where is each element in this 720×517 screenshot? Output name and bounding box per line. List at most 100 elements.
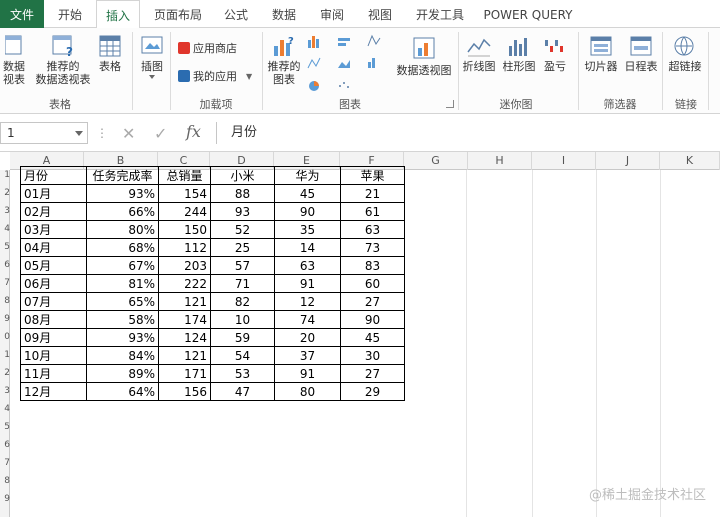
enter-icon[interactable]: ✓ [154,124,167,143]
cell[interactable]: 88 [210,184,275,203]
tab-file[interactable]: 文件 [0,0,44,28]
cell[interactable]: 29 [340,382,405,401]
cell[interactable]: 154 [158,184,211,203]
row-header[interactable]: 5 [0,422,10,432]
cell[interactable]: 12月 [20,382,87,401]
cell[interactable]: 112 [158,238,211,257]
chart-type-gallery[interactable] [306,34,390,94]
more-options-icon[interactable]: ⋮ [96,126,108,140]
row-header[interactable]: 4 [0,404,10,414]
cell[interactable]: 121 [158,346,211,365]
recommended-pivot-button[interactable]: ? 推荐的 数据透视表 [32,34,94,86]
cell[interactable]: 37 [274,346,341,365]
cell[interactable]: 25 [210,238,275,257]
cell[interactable]: 华为 [274,166,341,185]
row-header[interactable]: 4 [0,224,10,234]
row-header[interactable]: 0 [0,332,10,342]
cell[interactable]: 203 [158,256,211,275]
cell[interactable]: 10 [210,310,275,329]
cell[interactable]: 11月 [20,364,87,383]
column-header[interactable]: K [660,152,720,170]
cell[interactable]: 124 [158,328,211,347]
cell[interactable]: 57 [210,256,275,275]
cell[interactable]: 54 [210,346,275,365]
row-header[interactable]: 2 [0,368,10,378]
slicer-button[interactable]: 切片器 [582,34,620,73]
cell[interactable]: 45 [274,184,341,203]
cell[interactable]: 93 [210,202,275,221]
cell[interactable]: 65% [86,292,159,311]
cell[interactable]: 09月 [20,328,87,347]
cell[interactable]: 27 [340,292,405,311]
pivot-table-button[interactable]: 数据 视表 [0,34,28,86]
cell[interactable]: 21 [340,184,405,203]
cell[interactable]: 01月 [20,184,87,203]
sparkline-winloss-button[interactable]: 盈亏 [540,34,570,73]
row-header[interactable]: 7 [0,278,10,288]
cell[interactable]: 52 [210,220,275,239]
row-header[interactable]: 7 [0,458,10,468]
cell[interactable]: 81% [86,274,159,293]
table-button[interactable]: 表格 [94,34,126,73]
cell[interactable]: 68% [86,238,159,257]
column-header[interactable]: I [532,152,596,170]
row-header[interactable]: 1 [0,350,10,360]
row-header[interactable]: 9 [0,314,10,324]
cell[interactable]: 02月 [20,202,87,221]
tab-power-query[interactable]: POWER QUERY [480,0,576,28]
cell[interactable]: 67% [86,256,159,275]
row-header[interactable]: 8 [0,476,10,486]
cell[interactable]: 61 [340,202,405,221]
cell[interactable]: 63 [274,256,341,275]
cell[interactable]: 任务完成率 [86,166,159,185]
cell[interactable]: 58% [86,310,159,329]
cell[interactable]: 89% [86,364,159,383]
cell[interactable]: 27 [340,364,405,383]
cell[interactable]: 91 [274,274,341,293]
cancel-icon[interactable]: ✕ [122,124,135,143]
chevron-down-icon[interactable] [75,131,83,136]
cell[interactable]: 90 [340,310,405,329]
cell[interactable]: 174 [158,310,211,329]
row-header[interactable]: 6 [0,440,10,450]
cell[interactable]: 64% [86,382,159,401]
row-header[interactable]: 2 [0,188,10,198]
cell[interactable]: 05月 [20,256,87,275]
cell[interactable]: 07月 [20,292,87,311]
name-box[interactable]: 1 [0,122,88,144]
row-header[interactable]: 9 [0,494,10,504]
cell[interactable]: 93% [86,184,159,203]
cell[interactable]: 150 [158,220,211,239]
cell[interactable]: 93% [86,328,159,347]
app-store-button[interactable]: 应用商店 [178,40,237,56]
pivot-chart-button[interactable]: 数据透视图 [394,34,454,77]
cell[interactable]: 63 [340,220,405,239]
cell[interactable]: 小米 [210,166,275,185]
cell[interactable]: 53 [210,364,275,383]
row-header[interactable]: 1 [0,170,10,180]
illustrations-button[interactable]: 插图 [136,34,168,79]
column-header[interactable]: G [404,152,468,170]
tab-developer[interactable]: 开发工具 [408,0,472,28]
recommended-charts-button[interactable]: ? 推荐的 图表 [266,34,302,86]
cell[interactable]: 06月 [20,274,87,293]
cell[interactable]: 80 [274,382,341,401]
cell[interactable]: 66% [86,202,159,221]
cell[interactable]: 71 [210,274,275,293]
cell[interactable]: 47 [210,382,275,401]
cell[interactable]: 20 [274,328,341,347]
cell[interactable]: 73 [340,238,405,257]
row-header[interactable]: 8 [0,296,10,306]
charts-dialog-launcher[interactable] [446,100,454,108]
cell[interactable]: 222 [158,274,211,293]
cell[interactable]: 244 [158,202,211,221]
cell[interactable]: 80% [86,220,159,239]
row-header[interactable]: 6 [0,260,10,270]
row-header[interactable]: 3 [0,386,10,396]
cell[interactable]: 74 [274,310,341,329]
sparkline-line-button[interactable]: 折线图 [460,34,498,73]
cell[interactable]: 30 [340,346,405,365]
tab-view[interactable]: 视图 [360,0,400,28]
cell[interactable]: 35 [274,220,341,239]
column-header[interactable]: J [596,152,660,170]
